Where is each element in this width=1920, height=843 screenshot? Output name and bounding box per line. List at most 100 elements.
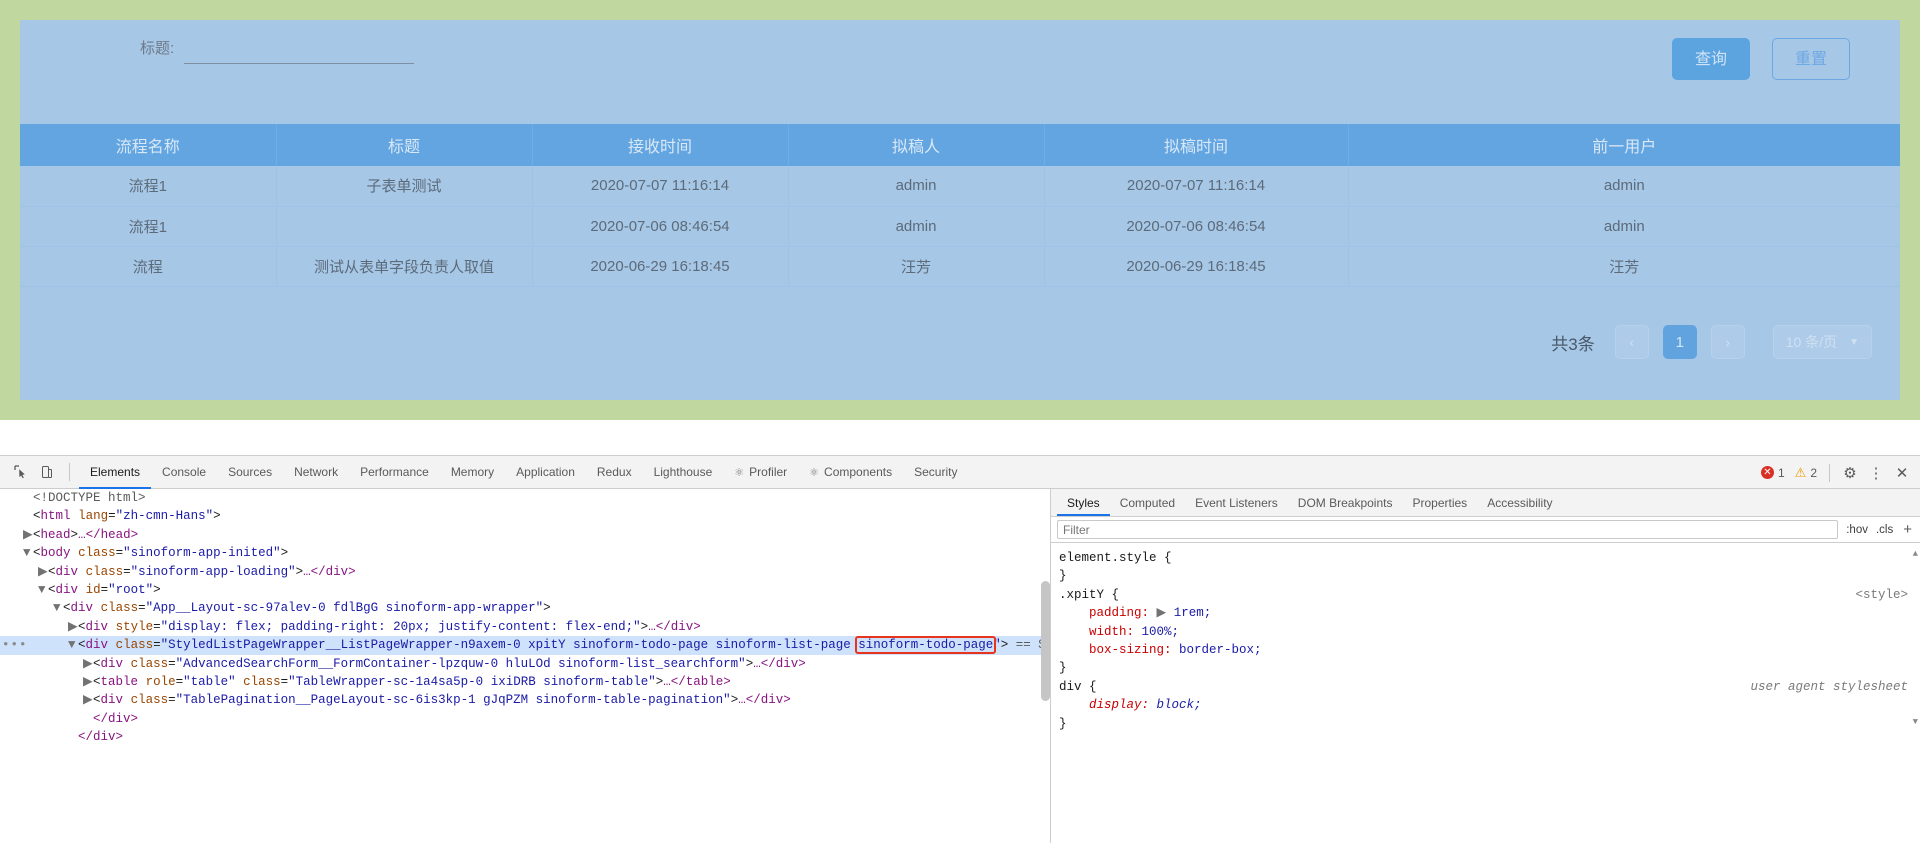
styles-scroll-up-icon[interactable]: ▲ xyxy=(1913,545,1918,563)
dom-expand-arrow[interactable]: ▼ xyxy=(68,636,78,654)
devtools-tab-performance[interactable]: Performance xyxy=(349,456,440,489)
dom-collapsed-children[interactable]: …</div> xyxy=(303,565,356,579)
dom-attr-value[interactable]: "TablePagination__PageLayout-sc-6is3kp-1… xyxy=(176,693,731,707)
dom-attr-name[interactable]: class xyxy=(78,546,116,560)
style-property-value[interactable]: 100%; xyxy=(1142,625,1180,639)
gear-icon[interactable]: ⚙ xyxy=(1838,461,1862,485)
next-page-button[interactable]: › xyxy=(1710,325,1745,359)
dom-expand-arrow[interactable]: ▼ xyxy=(53,599,63,617)
styles-filter-input[interactable] xyxy=(1057,520,1839,539)
devtools-tab-console[interactable]: Console xyxy=(151,456,217,489)
dom-attr-name[interactable]: style xyxy=(116,620,154,634)
dom-attr-value[interactable]: "root" xyxy=(108,583,153,597)
styles-tab-accessibility[interactable]: Accessibility xyxy=(1477,489,1562,516)
style-property-name[interactable]: display: xyxy=(1089,698,1149,712)
warning-badge[interactable]: ⚠ 2 xyxy=(1791,465,1821,481)
dom-expand-arrow[interactable]: ▼ xyxy=(23,544,33,562)
table-row[interactable]: 流程 测试从表单字段负责人取值 2020-06-29 16:18:45 汪芳 2020-… xyxy=(20,246,1900,287)
styles-tab-dom-breakpoints[interactable]: DOM Breakpoints xyxy=(1288,489,1403,516)
style-property-name[interactable]: padding: xyxy=(1089,606,1149,620)
devtools-tab-sources[interactable]: Sources xyxy=(217,456,283,489)
style-declaration[interactable]: width: 100%; xyxy=(1051,623,1920,641)
shorthand-expand-icon[interactable]: ▶ xyxy=(1157,606,1167,620)
dom-attr-value[interactable]: "App__Layout-sc-97alev-0 fdlBgG sinoform… xyxy=(146,601,544,615)
title-search-input[interactable] xyxy=(184,38,415,64)
styles-tab-event-listeners[interactable]: Event Listeners xyxy=(1185,489,1288,516)
dom-selected-class-token[interactable]: sinoform-todo-page xyxy=(855,636,997,655)
dom-attr-value[interactable]: "StyledListPageWrapper__ListPageWrapper-… xyxy=(161,638,859,652)
devtools-tab-redux[interactable]: Redux xyxy=(586,456,643,489)
devtools-tab-components[interactable]: ⚛ Components xyxy=(798,456,903,489)
dom-attr-name[interactable]: lang xyxy=(78,509,108,523)
devtools-tab-lighthouse[interactable]: Lighthouse xyxy=(643,456,724,489)
devtools-tab-elements[interactable]: Elements xyxy=(79,456,151,489)
dom-expand-arrow[interactable]: ▶ xyxy=(38,563,48,581)
dom-attr-name[interactable]: class xyxy=(131,657,169,671)
styles-scroll-down-icon[interactable]: ▼ xyxy=(1913,713,1918,731)
style-rule-origin[interactable]: user agent stylesheet xyxy=(1750,678,1908,696)
table-row[interactable]: 流程1 子表单测试 2020-07-07 11:16:14 admin 2020-07-… xyxy=(20,166,1900,207)
devtools-tab-security[interactable]: Security xyxy=(903,456,968,489)
prev-page-button[interactable]: ‹ xyxy=(1614,325,1649,359)
device-toolbar-icon[interactable] xyxy=(34,460,60,484)
dom-collapsed-children[interactable]: …</head> xyxy=(78,528,138,542)
dom-attr-name[interactable]: id xyxy=(86,583,101,597)
dom-collapsed-children[interactable]: …</div> xyxy=(753,657,806,671)
hover-state-toggle[interactable]: :hov xyxy=(1846,524,1868,536)
dom-node-selected[interactable]: ••• ▼ <div class="StyledListPageWrapper__… xyxy=(0,636,1050,655)
style-declaration[interactable]: padding: ▶ 1rem; xyxy=(1051,604,1920,622)
style-property-value[interactable]: border-box; xyxy=(1179,643,1262,657)
dom-attr-value[interactable]: "sinoform-app-inited" xyxy=(123,546,281,560)
dom-attr-value[interactable]: "display: flex; padding-right: 20px; jus… xyxy=(161,620,641,634)
dom-node[interactable]: ▼ <div id="root"> xyxy=(0,581,1050,599)
new-style-rule-button[interactable]: + xyxy=(1901,521,1914,538)
styles-rule-list[interactable]: ▲ ▼ element.style {} .xpitY {<style> padd… xyxy=(1051,543,1920,733)
dom-attr-value[interactable]: "table" xyxy=(183,675,236,689)
dom-node[interactable]: <!DOCTYPE html> xyxy=(0,489,1050,507)
dom-tree-pane[interactable]: <!DOCTYPE html> <html lang="zh-cmn-Hans"… xyxy=(0,489,1050,843)
close-icon[interactable]: ✕ xyxy=(1890,461,1914,485)
dom-node[interactable]: ▶<div class="TablePagination__PageLayout… xyxy=(0,691,1050,709)
dom-collapsed-children[interactable]: …</table> xyxy=(663,675,731,689)
page-button-1[interactable]: 1 xyxy=(1662,325,1697,359)
error-badge[interactable]: ✕ 1 xyxy=(1757,466,1789,480)
dom-node[interactable]: ▶<div class="sinoform-app-loading">…</di… xyxy=(0,563,1050,581)
dom-attr-value[interactable]: "AdvancedSearchForm__FormContainer-lpzqu… xyxy=(176,657,746,671)
table-row[interactable]: 流程1 2020-07-06 08:46:54 admin 2020-07-06 08… xyxy=(20,206,1900,247)
dom-attr-value[interactable]: "TableWrapper-sc-1a4sa5p-0 ixiDRB sinofo… xyxy=(288,675,656,689)
page-size-select[interactable]: 10 条/页 ▼ xyxy=(1772,325,1872,359)
dom-attr-value[interactable]: "zh-cmn-Hans" xyxy=(116,509,214,523)
style-property-value[interactable]: 1rem; xyxy=(1174,606,1212,620)
dom-node-badge[interactable]: ••• xyxy=(2,636,28,654)
style-property-name[interactable]: box-sizing: xyxy=(1089,643,1172,657)
dom-attr-value[interactable]: "sinoform-app-loading" xyxy=(131,565,296,579)
inspect-element-icon[interactable] xyxy=(8,460,34,484)
style-rule-selector[interactable]: element.style { xyxy=(1051,549,1920,567)
style-property-value[interactable]: block; xyxy=(1157,698,1202,712)
dom-collapsed-children[interactable]: …</div> xyxy=(648,620,701,634)
dom-attr-name[interactable]: class xyxy=(86,565,124,579)
dom-expand-arrow[interactable]: ▶ xyxy=(83,673,93,691)
dom-node[interactable]: </div> xyxy=(0,710,1050,728)
style-rule-selector[interactable]: div {user agent stylesheet xyxy=(1051,678,1920,696)
dom-expand-arrow[interactable]: ▼ xyxy=(38,581,48,599)
style-rule-selector[interactable]: .xpitY {<style> xyxy=(1051,586,1920,604)
style-property-name[interactable]: width: xyxy=(1089,625,1134,639)
reset-button[interactable]: 重置 xyxy=(1771,38,1850,80)
dom-node[interactable]: ▶<table role="table" class="TableWrapper… xyxy=(0,673,1050,691)
dom-attr-name[interactable]: class xyxy=(243,675,281,689)
dom-attr-name[interactable]: class xyxy=(131,693,169,707)
dom-attr-name[interactable]: class xyxy=(116,638,154,652)
dom-node[interactable]: <html lang="zh-cmn-Hans"> xyxy=(0,507,1050,525)
devtools-tab-application[interactable]: Application xyxy=(505,456,586,489)
devtools-tab-profiler[interactable]: ⚛ Profiler xyxy=(723,456,798,489)
dom-attr-name[interactable]: role xyxy=(146,675,176,689)
class-editor-toggle[interactable]: .cls xyxy=(1876,524,1893,536)
dom-expand-arrow[interactable]: ▶ xyxy=(23,526,33,544)
style-declaration[interactable]: box-sizing: border-box; xyxy=(1051,641,1920,659)
dom-node[interactable]: ▶<head>…</head> xyxy=(0,526,1050,544)
dom-expand-arrow[interactable]: ▶ xyxy=(83,691,93,709)
query-button[interactable]: 查询 xyxy=(1671,38,1750,80)
dom-expand-arrow[interactable]: ▶ xyxy=(83,655,93,673)
dom-attr-name[interactable]: class xyxy=(101,601,139,615)
